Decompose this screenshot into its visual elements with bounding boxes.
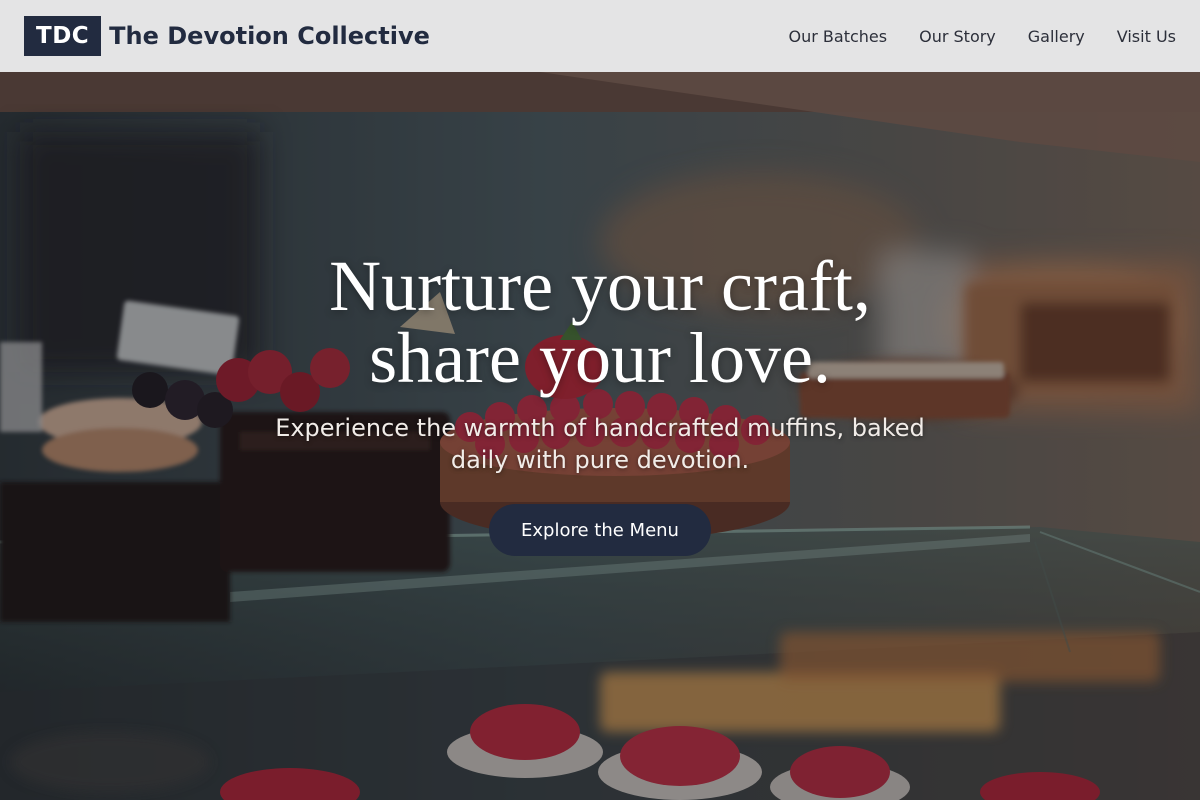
explore-menu-button[interactable]: Explore the Menu (489, 504, 711, 556)
hero-headline-line-1: Nurture your craft, (329, 246, 871, 326)
nav-link-our-story[interactable]: Our Story (919, 27, 996, 46)
nav-link-visit-us[interactable]: Visit Us (1117, 27, 1176, 46)
hero-headline: Nurture your craft, share your love. (329, 250, 871, 394)
brand-name: The Devotion Collective (109, 22, 430, 50)
logo-badge: TDC (24, 16, 102, 56)
hero-content: Nurture your craft, share your love. Exp… (0, 250, 1200, 556)
nav-link-gallery[interactable]: Gallery (1028, 27, 1085, 46)
main-nav: Our Batches Our Story Gallery Visit Us (789, 27, 1176, 46)
hero-subtitle: Experience the warmth of handcrafted muf… (275, 414, 925, 474)
hero-headline-line-2: share your love. (369, 318, 831, 398)
site-header: TDC The Devotion Collective Our Batches … (0, 0, 1200, 72)
hero-section: Nurture your craft, share your love. Exp… (0, 72, 1200, 800)
nav-link-our-batches[interactable]: Our Batches (789, 27, 888, 46)
brand-logo-link[interactable]: TDC The Devotion Collective (24, 16, 430, 56)
